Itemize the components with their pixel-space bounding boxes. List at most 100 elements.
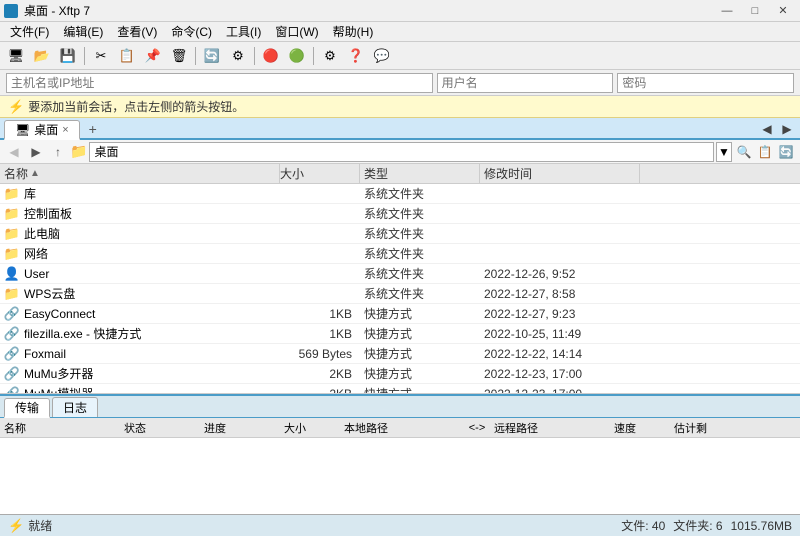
tab-desktop[interactable]: 🖥 桌面 × — [4, 120, 80, 140]
tab-nav-left[interactable]: ◀ — [758, 120, 776, 138]
toolbar-help[interactable]: ❓ — [344, 45, 368, 67]
menu-edit[interactable]: 编辑(E) — [57, 21, 109, 42]
file-icon: 🔗 — [4, 326, 20, 342]
file-list-container[interactable]: 名称 ▲ 大小 类型 修改时间 📁 库 系统文件夹 📁 控制面板 — [0, 164, 800, 394]
file-icon: 📁 — [4, 226, 20, 242]
col-header-size[interactable]: 大小 — [280, 164, 360, 183]
toolbar-cut[interactable]: ✂ — [89, 45, 113, 67]
list-item[interactable]: 📁 库 系统文件夹 — [0, 184, 800, 204]
list-item[interactable]: 📁 此电脑 系统文件夹 — [0, 224, 800, 244]
menu-file[interactable]: 文件(F) — [4, 21, 55, 42]
list-item[interactable]: 👤 User 系统文件夹 2022-12-26, 9:52 — [0, 264, 800, 284]
folder-count: 文件夹: 6 — [673, 517, 722, 534]
toolbar-chat[interactable]: 💬 — [370, 45, 394, 67]
list-item[interactable]: 🔗 filezilla.exe - 快捷方式 1KB 快捷方式 2022-10-… — [0, 324, 800, 344]
menu-cmd[interactable]: 命令(C) — [165, 21, 218, 42]
maximize-button[interactable]: □ — [742, 2, 768, 20]
tab-nav-controls: ◀ ▶ — [758, 120, 796, 138]
file-icon: 📁 — [4, 186, 20, 202]
toolbar-disconnect[interactable]: 🟢 — [285, 45, 309, 67]
list-item[interactable]: 🔗 MuMu多开器 2KB 快捷方式 2022-12-23, 17:00 — [0, 364, 800, 384]
file-name: EasyConnect — [24, 307, 95, 321]
path-search-button[interactable]: 🔍 — [734, 142, 754, 162]
toolbar-open[interactable]: 📂 — [30, 45, 54, 67]
file-name: User — [24, 267, 49, 281]
col-header-name[interactable]: 名称 ▲ — [0, 164, 280, 183]
file-type: 快捷方式 — [360, 305, 480, 322]
toolbar-connect[interactable]: 🔴 — [259, 45, 283, 67]
tc-progress: 进度 — [200, 420, 280, 436]
tab-add-button[interactable]: + — [84, 120, 102, 138]
file-list-header: 名称 ▲ 大小 类型 修改时间 — [0, 164, 800, 184]
toolbar-settings[interactable]: ⚙ — [318, 45, 342, 67]
file-date: 2022-12-23, 17:00 — [480, 387, 640, 395]
col-header-type[interactable]: 类型 — [360, 164, 480, 183]
address-bar — [0, 70, 800, 96]
path-refresh-button[interactable]: 🔄 — [776, 142, 796, 162]
toolbar-paste[interactable]: 📌 — [141, 45, 165, 67]
file-date: 2022-12-27, 9:23 — [480, 307, 640, 321]
bottom-tab-log[interactable]: 日志 — [52, 397, 98, 417]
sort-arrow-name: ▲ — [30, 168, 40, 179]
list-item[interactable]: 🔗 MuMu模拟器 2KB 快捷方式 2022-12-23, 17:00 — [0, 384, 800, 394]
file-icon: 🔗 — [4, 306, 20, 322]
transfer-header: 名称 状态 进度 大小 本地路径 <-> 远程路径 速度 估计剩 — [0, 418, 800, 438]
file-type: 快捷方式 — [360, 325, 480, 342]
toolbar-properties[interactable]: ⚙ — [226, 45, 250, 67]
window-controls: — □ ✕ — [714, 2, 796, 20]
toolbar-new-session[interactable]: 🖥 — [4, 45, 28, 67]
nav-up-button[interactable]: ↑ — [48, 142, 68, 162]
username-input[interactable] — [437, 73, 614, 93]
total-size: 1015.76MB — [731, 519, 792, 533]
app-icon — [4, 4, 18, 18]
path-right-buttons: 🔍 📋 🔄 — [734, 142, 796, 162]
col-header-date[interactable]: 修改时间 — [480, 164, 640, 183]
menu-help[interactable]: 帮助(H) — [327, 21, 380, 42]
list-item[interactable]: 📁 控制面板 系统文件夹 — [0, 204, 800, 224]
toolbar-save[interactable]: 💾 — [56, 45, 80, 67]
list-item[interactable]: 📁 WPS云盘 系统文件夹 2022-12-27, 8:58 — [0, 284, 800, 304]
path-view-button[interactable]: 📋 — [755, 142, 775, 162]
menu-window[interactable]: 窗口(W) — [269, 21, 324, 42]
file-size: 569 Bytes — [280, 347, 360, 361]
tc-size: 大小 — [280, 420, 340, 436]
toolbar-sep4 — [313, 47, 314, 65]
path-dropdown-button[interactable]: ▼ — [716, 142, 732, 162]
nav-back-button[interactable]: ◀ — [4, 142, 24, 162]
file-icon: 🔗 — [4, 366, 20, 382]
tc-speed: 速度 — [610, 420, 670, 436]
file-icon: 📁 — [4, 206, 20, 222]
status-text: 就绪 — [28, 517, 52, 534]
tab-close-icon[interactable]: × — [62, 124, 68, 136]
toolbar-delete[interactable]: 🗑 — [167, 45, 191, 67]
tc-name: 名称 — [0, 420, 120, 436]
file-type: 快捷方式 — [360, 365, 480, 382]
password-input[interactable] — [617, 73, 794, 93]
bottom-tabs: 传输 日志 — [0, 396, 800, 418]
host-input[interactable] — [6, 73, 433, 93]
tab-nav-right-btn[interactable]: ▶ — [778, 120, 796, 138]
tab-desktop-icon: 🖥 — [15, 123, 30, 137]
path-bar: ◀ ▶ ↑ 📁 ▼ 🔍 📋 🔄 — [0, 140, 800, 164]
file-name: WPS云盘 — [24, 285, 75, 302]
file-name: MuMu模拟器 — [24, 385, 93, 394]
menu-tools[interactable]: 工具(I) — [220, 21, 267, 42]
path-input[interactable] — [89, 142, 714, 162]
close-button[interactable]: ✕ — [770, 2, 796, 20]
list-item[interactable]: 🔗 EasyConnect 1KB 快捷方式 2022-12-27, 9:23 — [0, 304, 800, 324]
bottom-tab-transfer[interactable]: 传输 — [4, 398, 50, 418]
menu-bar: 文件(F) 编辑(E) 查看(V) 命令(C) 工具(I) 窗口(W) 帮助(H… — [0, 22, 800, 42]
toolbar-refresh[interactable]: 🔄 — [200, 45, 224, 67]
file-rows-container: 📁 库 系统文件夹 📁 控制面板 系统文件夹 📁 此电脑 系统文件夹 — [0, 184, 800, 394]
minimize-button[interactable]: — — [714, 2, 740, 20]
file-date: 2022-12-26, 9:52 — [480, 267, 640, 281]
menu-view[interactable]: 查看(V) — [111, 21, 163, 42]
list-item[interactable]: 📁 网络 系统文件夹 — [0, 244, 800, 264]
file-type: 系统文件夹 — [360, 225, 480, 242]
list-item[interactable]: 🔗 Foxmail 569 Bytes 快捷方式 2022-12-22, 14:… — [0, 344, 800, 364]
toolbar-copy[interactable]: 📋 — [115, 45, 139, 67]
nav-forward-button[interactable]: ▶ — [26, 142, 46, 162]
file-size: 1KB — [280, 327, 360, 341]
file-date: 2022-12-27, 8:58 — [480, 287, 640, 301]
tc-est: 估计剩 — [670, 420, 730, 436]
